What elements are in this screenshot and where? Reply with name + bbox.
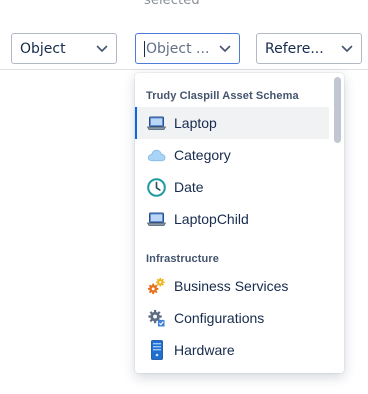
option-hardware[interactable]: Hardware xyxy=(135,334,329,366)
chevron-down-icon xyxy=(333,34,361,63)
reference-select[interactable]: Refere... xyxy=(256,33,362,64)
object-type-select[interactable]: Object ... xyxy=(135,33,240,64)
laptop-icon xyxy=(147,114,166,133)
clock-icon xyxy=(147,177,166,197)
chevron-down-icon xyxy=(211,34,239,63)
cloud-icon xyxy=(147,146,166,165)
group-heading-schema: Trudy Claspill Asset Schema xyxy=(146,90,299,102)
option-label: Category xyxy=(174,147,231,163)
object-type-placeholder: Object ... xyxy=(146,40,210,57)
group-heading-infrastructure: Infrastructure xyxy=(146,253,219,265)
option-business-services[interactable]: Business Services xyxy=(135,270,329,302)
laptop-icon xyxy=(147,210,166,229)
text-caret xyxy=(144,40,145,57)
object-select[interactable]: Object xyxy=(11,33,117,64)
object-type-dropdown[interactable]: Trudy Claspill Asset Schema Laptop Categ… xyxy=(135,73,344,373)
filter-bar: Object Object ... Refere... xyxy=(0,22,368,70)
selected-caption: selected xyxy=(144,0,200,8)
reference-select-label: Refere... xyxy=(265,40,324,57)
config-gear-icon xyxy=(147,309,166,328)
gears-icon xyxy=(147,277,166,296)
option-label: Business Services xyxy=(174,278,289,294)
option-configurations[interactable]: Configurations xyxy=(135,302,329,334)
object-type-input[interactable]: Object ... xyxy=(144,40,211,57)
option-label: Laptop xyxy=(174,115,217,131)
dropdown-scrollbar[interactable] xyxy=(334,77,341,143)
server-icon xyxy=(147,340,166,360)
option-laptop[interactable]: Laptop xyxy=(135,107,329,139)
object-select-label: Object xyxy=(20,40,66,57)
option-date[interactable]: Date xyxy=(135,171,329,203)
option-label: Date xyxy=(174,179,204,195)
option-label: Hardware xyxy=(174,342,235,358)
option-label: Configurations xyxy=(174,310,265,326)
option-laptopchild[interactable]: LaptopChild xyxy=(135,203,329,235)
chevron-down-icon xyxy=(88,34,116,63)
option-category[interactable]: Category xyxy=(135,139,329,171)
option-label: LaptopChild xyxy=(174,211,249,227)
